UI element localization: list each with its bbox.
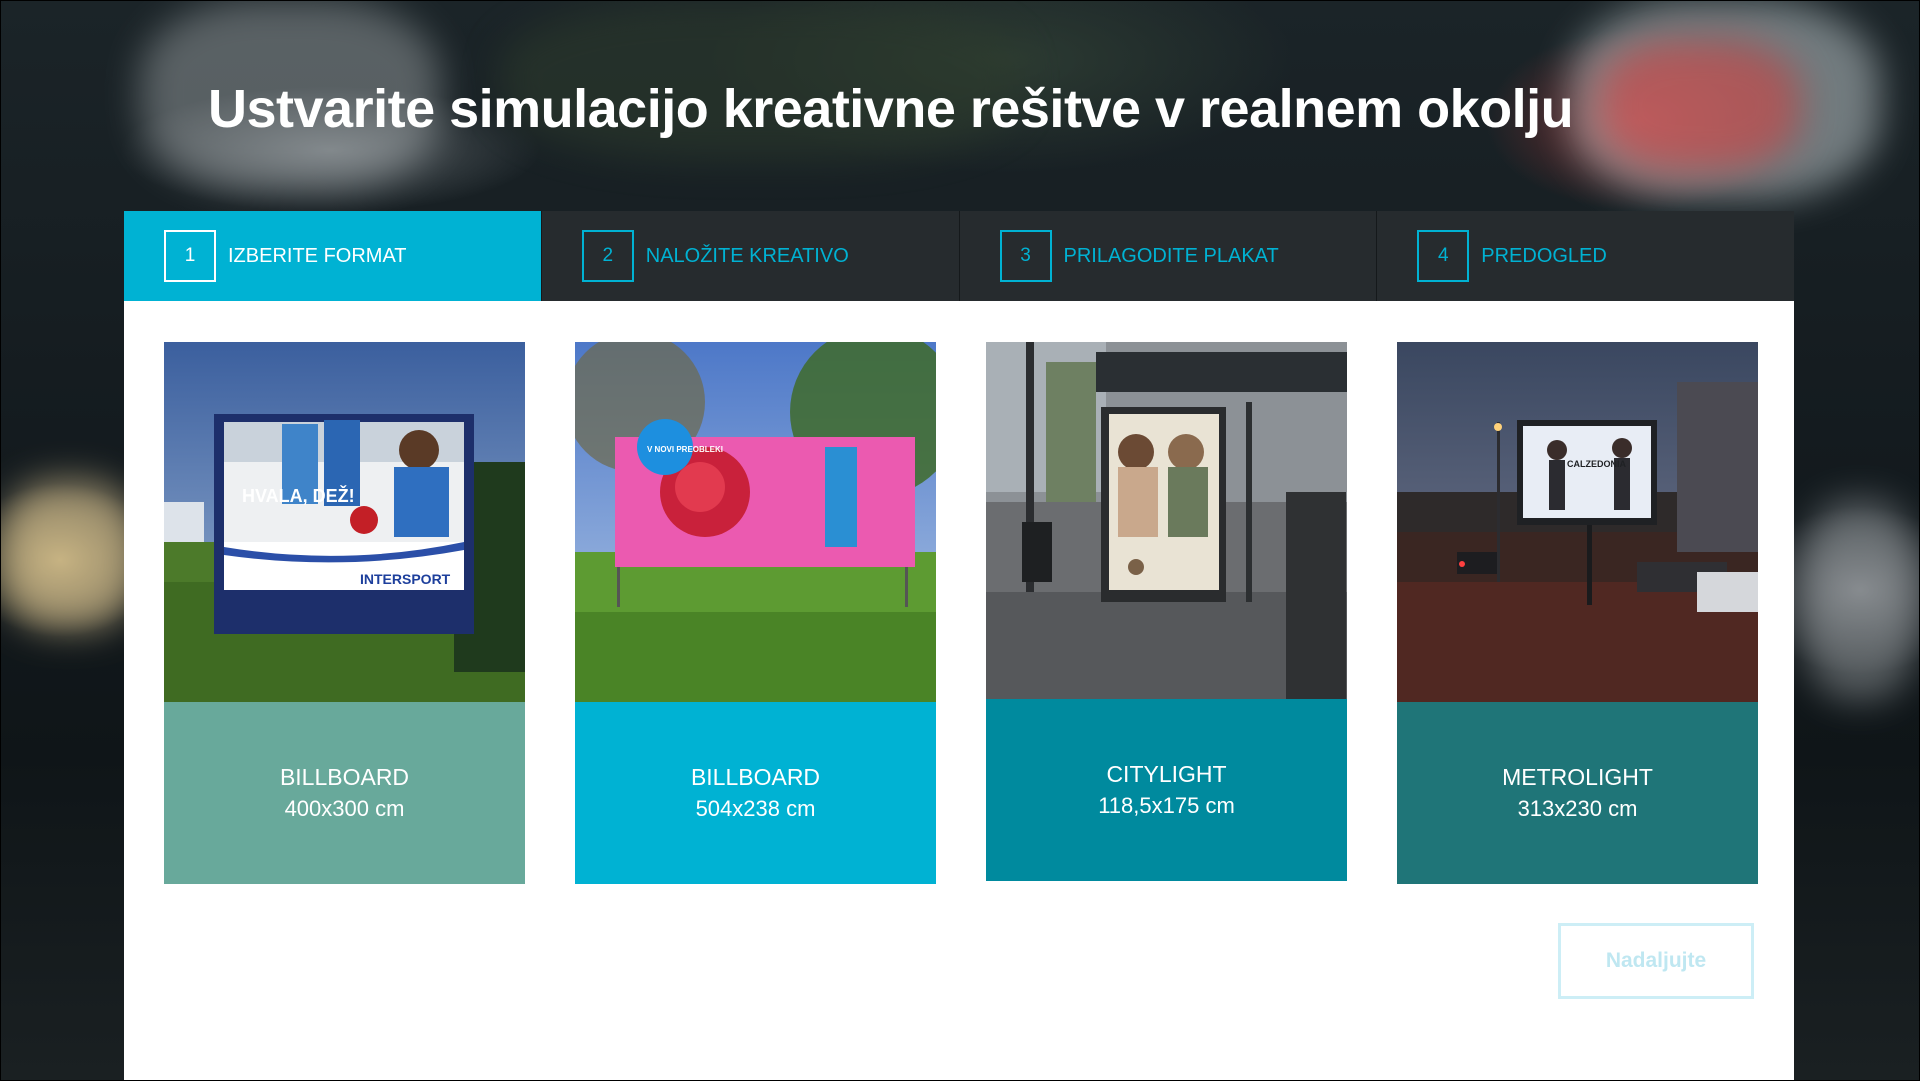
- step-adjust-poster[interactable]: 3 PRILAGODITE PLAKAT: [960, 211, 1378, 301]
- format-size: 504x238 cm: [695, 796, 816, 821]
- format-card-citylight[interactable]: CITYLIGHT 118,5x175 cm: [986, 342, 1347, 884]
- page-title: Ustvarite simulacijo kreativne rešitve v…: [208, 79, 1574, 139]
- card-info: CITYLIGHT 118,5x175 cm: [986, 699, 1347, 881]
- step-number: 3: [999, 230, 1052, 282]
- format-name: BILLBOARD: [690, 764, 821, 790]
- format-size: 118,5x175 cm: [1098, 793, 1235, 818]
- steps-bar: 1 IZBERITE FORMAT 2 NALOŽITE KREATIVO 3 …: [124, 211, 1794, 301]
- format-card-billboard-400x300[interactable]: HVALA, DEŽ! INTERSPORT BILLBOARD 400x300…: [164, 342, 525, 884]
- poster-brand: INTERSPORT: [360, 571, 451, 587]
- step-label: IZBERITE FORMAT: [228, 244, 407, 267]
- continue-button[interactable]: Nadaljujte: [1558, 923, 1754, 999]
- card-info: BILLBOARD 504x238 cm: [575, 702, 936, 884]
- poster-brand: CALZEDONIA: [1567, 459, 1626, 469]
- format-size: 400x300 cm: [284, 796, 405, 821]
- format-card-billboard-504x238[interactable]: V NOVI PREOBLEKI BILLBOARD 504x238 cm: [575, 342, 936, 884]
- step-choose-format[interactable]: 1 IZBERITE FORMAT: [124, 211, 542, 301]
- format-size: 313x230 cm: [1517, 796, 1638, 821]
- wizard-panel: 1 IZBERITE FORMAT 2 NALOŽITE KREATIVO 3 …: [124, 211, 1794, 1081]
- step-number: 1: [164, 230, 216, 282]
- billboard-photo: V NOVI PREOBLEKI: [575, 342, 936, 702]
- format-name: BILLBOARD: [279, 764, 410, 790]
- billboard-photo: HVALA, DEŽ! INTERSPORT: [164, 342, 525, 702]
- step-label: PRILAGODITE PLAKAT: [1063, 244, 1279, 267]
- step-upload-creative[interactable]: 2 NALOŽITE KREATIVO: [542, 211, 960, 301]
- card-info: BILLBOARD 400x300 cm: [164, 702, 525, 884]
- card-info: METROLIGHT 313x230 cm: [1397, 702, 1758, 884]
- citylight-photo: [986, 342, 1347, 699]
- format-name: CITYLIGHT: [1106, 761, 1227, 787]
- step-number: 2: [581, 230, 634, 282]
- step-preview[interactable]: 4 PREDOGLED: [1377, 211, 1794, 301]
- format-name: METROLIGHT: [1502, 764, 1653, 790]
- step-label: PREDOGLED: [1481, 244, 1607, 267]
- poster-headline: HVALA, DEŽ!: [242, 485, 355, 506]
- step-label: NALOŽITE KREATIVO: [645, 244, 849, 267]
- metrolight-photo: CALZEDONIA: [1397, 342, 1758, 702]
- format-card-metrolight[interactable]: CALZEDONIA METROLIGHT 313x230 cm: [1397, 342, 1758, 884]
- format-cards: HVALA, DEŽ! INTERSPORT BILLBOARD 400x300…: [164, 342, 1758, 884]
- poster-badge: V NOVI PREOBLEKI: [647, 445, 723, 454]
- step-number: 4: [1417, 230, 1470, 282]
